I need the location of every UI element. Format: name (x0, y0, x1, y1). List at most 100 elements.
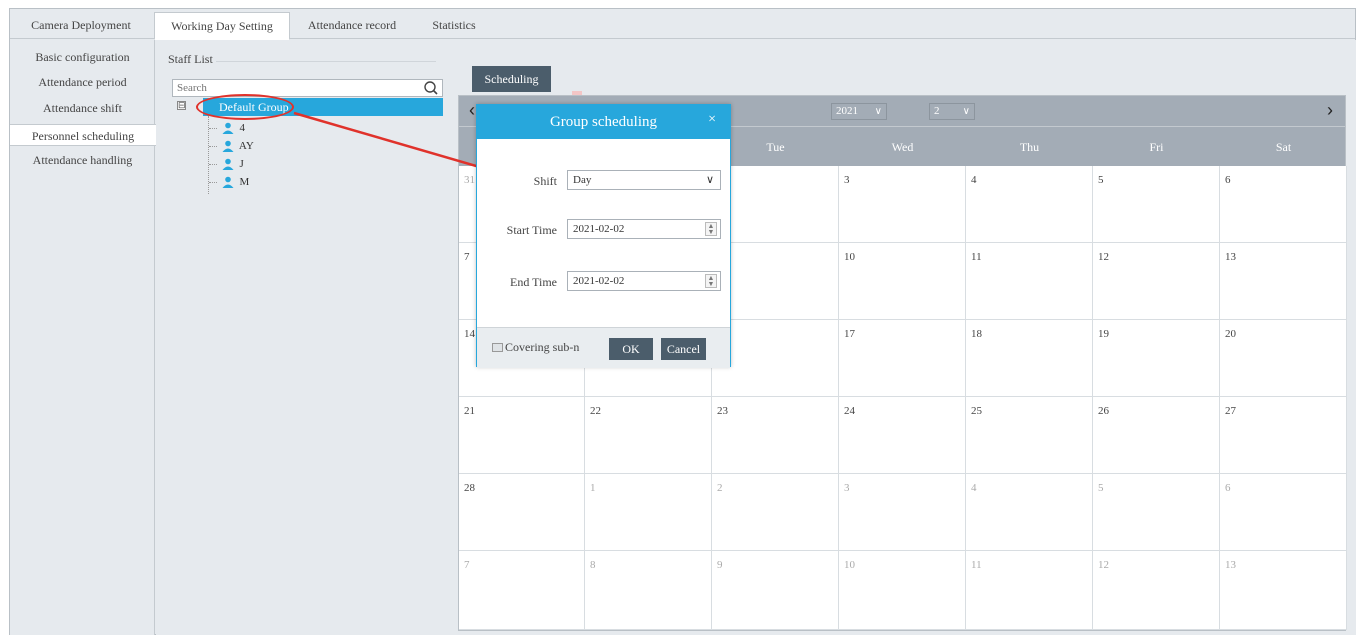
calendar-day-cell[interactable]: 4 (966, 474, 1093, 551)
start-time-label: Start Time (506, 223, 557, 237)
calendar-day-cell[interactable]: 8 (585, 551, 712, 630)
calendar-day-cell[interactable]: 12 (1093, 551, 1220, 630)
sidebar-item-attendance-shift[interactable]: Attendance shift (10, 97, 155, 119)
annotation-ellipse (196, 94, 294, 120)
end-time-field[interactable]: 2021-02-02 ▲ ▼ (567, 271, 721, 291)
shift-label: Shift (533, 174, 557, 188)
spinner-icon[interactable]: ▲ ▼ (705, 274, 717, 288)
calendar-day-cell[interactable]: 12 (1093, 243, 1220, 320)
divider (216, 61, 436, 62)
chevron-down-icon: ∨ (874, 106, 882, 117)
tab-attendance-record[interactable]: Attendance record (294, 12, 410, 39)
user-icon (222, 159, 234, 171)
tab-working-day-setting[interactable]: Working Day Setting (154, 12, 290, 40)
user-icon (222, 123, 234, 135)
sidebar-item-attendance-handling[interactable]: Attendance handling (10, 149, 155, 171)
calendar-day-cell[interactable] (712, 320, 839, 397)
calendar-day-cell[interactable]: 22 (585, 397, 712, 474)
dialog-footer: Covering sub-n OK Cancel (477, 327, 730, 368)
staff-list-title: Staff List (168, 52, 213, 66)
calendar-day-cell[interactable] (712, 243, 839, 320)
calendar-day-cell[interactable]: 26 (1093, 397, 1220, 474)
cancel-button[interactable]: Cancel (661, 338, 706, 360)
user-icon (222, 141, 234, 153)
month-select[interactable]: 2 ∨ (929, 103, 975, 120)
weekday-label: Tue (766, 140, 785, 154)
sidebar-item-basic-configuration[interactable]: Basic configuration (10, 46, 155, 68)
tree-member[interactable]: 4 (209, 121, 245, 135)
calendar-day-cell[interactable]: 11 (966, 243, 1093, 320)
calendar-day-cell[interactable]: 5 (1093, 474, 1220, 551)
chevron-down-icon: ∨ (962, 106, 970, 117)
calendar-day-cell[interactable]: 21 (459, 397, 585, 474)
tab-statistics[interactable]: Statistics (422, 12, 486, 39)
calendar-day-cell[interactable]: 28 (459, 474, 585, 551)
calendar-day-cell[interactable]: 2 (712, 474, 839, 551)
search-input[interactable] (173, 80, 413, 96)
calendar-day-cell[interactable]: 4 (966, 166, 1093, 243)
covering-checkbox[interactable] (492, 343, 503, 352)
calendar-day-cell[interactable]: 25 (966, 397, 1093, 474)
calendar-day-cell[interactable]: 3 (839, 166, 966, 243)
dialog-title: Group scheduling × (477, 105, 730, 139)
chevron-right-icon[interactable]: › (1321, 101, 1339, 119)
spinner-icon[interactable]: ▲ ▼ (705, 222, 717, 236)
member-name: 4 (239, 122, 246, 134)
calendar-day-cell[interactable]: 10 (839, 551, 966, 630)
sidebar-item-personnel-scheduling[interactable]: Personnel scheduling (10, 124, 156, 146)
calendar-day-cell[interactable]: 6 (1220, 474, 1347, 551)
member-name: M (239, 176, 250, 188)
calendar-day-cell[interactable]: 1 (585, 474, 712, 551)
calendar-day-cell[interactable]: 23 (712, 397, 839, 474)
calendar-day-cell[interactable]: 11 (966, 551, 1093, 630)
start-time-field[interactable]: 2021-02-02 ▲ ▼ (567, 219, 721, 239)
close-icon[interactable]: × (708, 105, 716, 135)
user-icon (222, 177, 234, 189)
tree-member[interactable]: M (209, 175, 249, 189)
scheduling-button[interactable]: Scheduling (472, 66, 551, 92)
tree-collapse-toggle[interactable]: ⊟ (177, 101, 186, 110)
shift-select[interactable]: Day ∨ (567, 170, 721, 190)
weekday-label: Fri (1149, 140, 1164, 154)
weekday-label: Thu (1019, 140, 1040, 154)
ok-button[interactable]: OK (609, 338, 653, 360)
calendar-day-cell[interactable]: 3 (839, 474, 966, 551)
calendar-day-cell[interactable]: 13 (1220, 243, 1347, 320)
calendar-day-cell[interactable]: 20 (1220, 320, 1347, 397)
chevron-down-icon: ∨ (705, 174, 714, 186)
calendar-day-cell[interactable]: 19 (1093, 320, 1220, 397)
staff-search (172, 79, 443, 97)
tree-member[interactable]: AY (209, 139, 254, 153)
month-value: 2 (934, 105, 940, 117)
calendar-day-cell[interactable]: 13 (1220, 551, 1347, 630)
tab-camera-deployment[interactable]: Camera Deployment (16, 12, 146, 39)
calendar-day-cell[interactable]: 6 (1220, 166, 1347, 243)
tab-bar: Camera Deployment Working Day Setting At… (10, 9, 1355, 40)
calendar-day-cell[interactable]: 24 (839, 397, 966, 474)
search-icon[interactable] (423, 80, 439, 96)
group-scheduling-dialog: Group scheduling × Shift Day ∨ Start Tim… (476, 104, 731, 368)
start-time-value: 2021-02-02 (573, 223, 625, 235)
calendar-day-cell[interactable]: 10 (839, 243, 966, 320)
tree-member[interactable]: J (209, 157, 244, 171)
calendar-day-cell[interactable]: 5 (1093, 166, 1220, 243)
calendar-day-cell[interactable]: 7 (459, 551, 585, 630)
calendar-day-cell[interactable]: 9 (712, 551, 839, 630)
dialog-title-text: Group scheduling (549, 114, 658, 130)
weekday-label: Wed (891, 140, 914, 154)
end-time-label: End Time (509, 275, 557, 289)
calendar-day-cell[interactable]: 18 (966, 320, 1093, 397)
year-select[interactable]: 2021 ∨ (831, 103, 887, 120)
calendar-day-cell[interactable]: 17 (839, 320, 966, 397)
member-name: AY (238, 140, 254, 152)
member-name: J (239, 158, 244, 170)
shift-value: Day (573, 174, 592, 186)
calendar-day-cell[interactable] (712, 166, 839, 243)
covering-label: Covering sub-n (505, 340, 580, 354)
year-value: 2021 (836, 105, 858, 117)
weekday-label: Sat (1275, 140, 1292, 154)
sidebar: Basic configuration Attendance period At… (10, 40, 156, 635)
calendar-day-cell[interactable]: 27 (1220, 397, 1347, 474)
end-time-value: 2021-02-02 (573, 275, 625, 287)
sidebar-item-attendance-period[interactable]: Attendance period (10, 71, 155, 93)
